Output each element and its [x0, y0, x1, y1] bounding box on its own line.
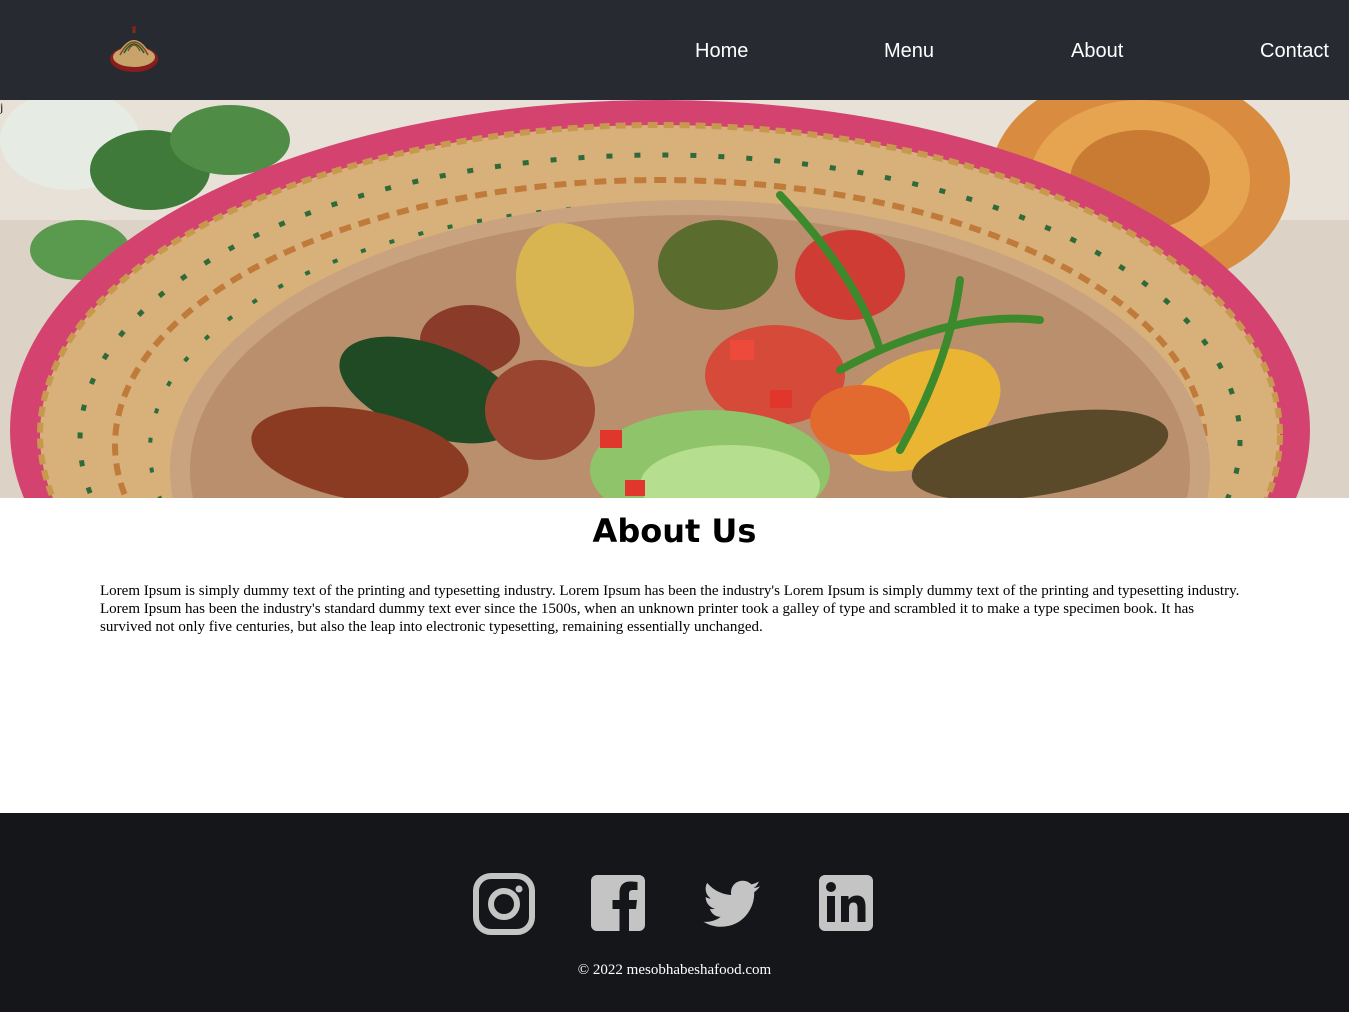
copyright-text: © 2022 mesobhabeshafood.com: [577, 962, 772, 978]
hero-alt-text: j: [0, 100, 4, 114]
twitter-icon[interactable]: [701, 873, 763, 935]
nav-link-home[interactable]: Home: [695, 38, 748, 64]
linkedin-icon[interactable]: [817, 873, 875, 935]
mesob-basket-icon[interactable]: [108, 25, 160, 73]
about-paragraph: Lorem Ipsum is simply dummy text of the …: [100, 583, 1240, 635]
page-title: About Us: [592, 512, 757, 550]
footer: © 2022 mesobhabeshafood.com: [0, 813, 1349, 1012]
hero-image: j: [0, 100, 1349, 498]
nav-link-menu[interactable]: Menu: [884, 38, 934, 64]
facebook-icon[interactable]: [589, 873, 647, 935]
nav-link-about[interactable]: About: [1071, 38, 1123, 64]
nav-link-contact[interactable]: Contact: [1260, 38, 1329, 64]
navbar: Home Menu About Contact: [0, 0, 1349, 100]
instagram-icon[interactable]: [473, 873, 535, 935]
